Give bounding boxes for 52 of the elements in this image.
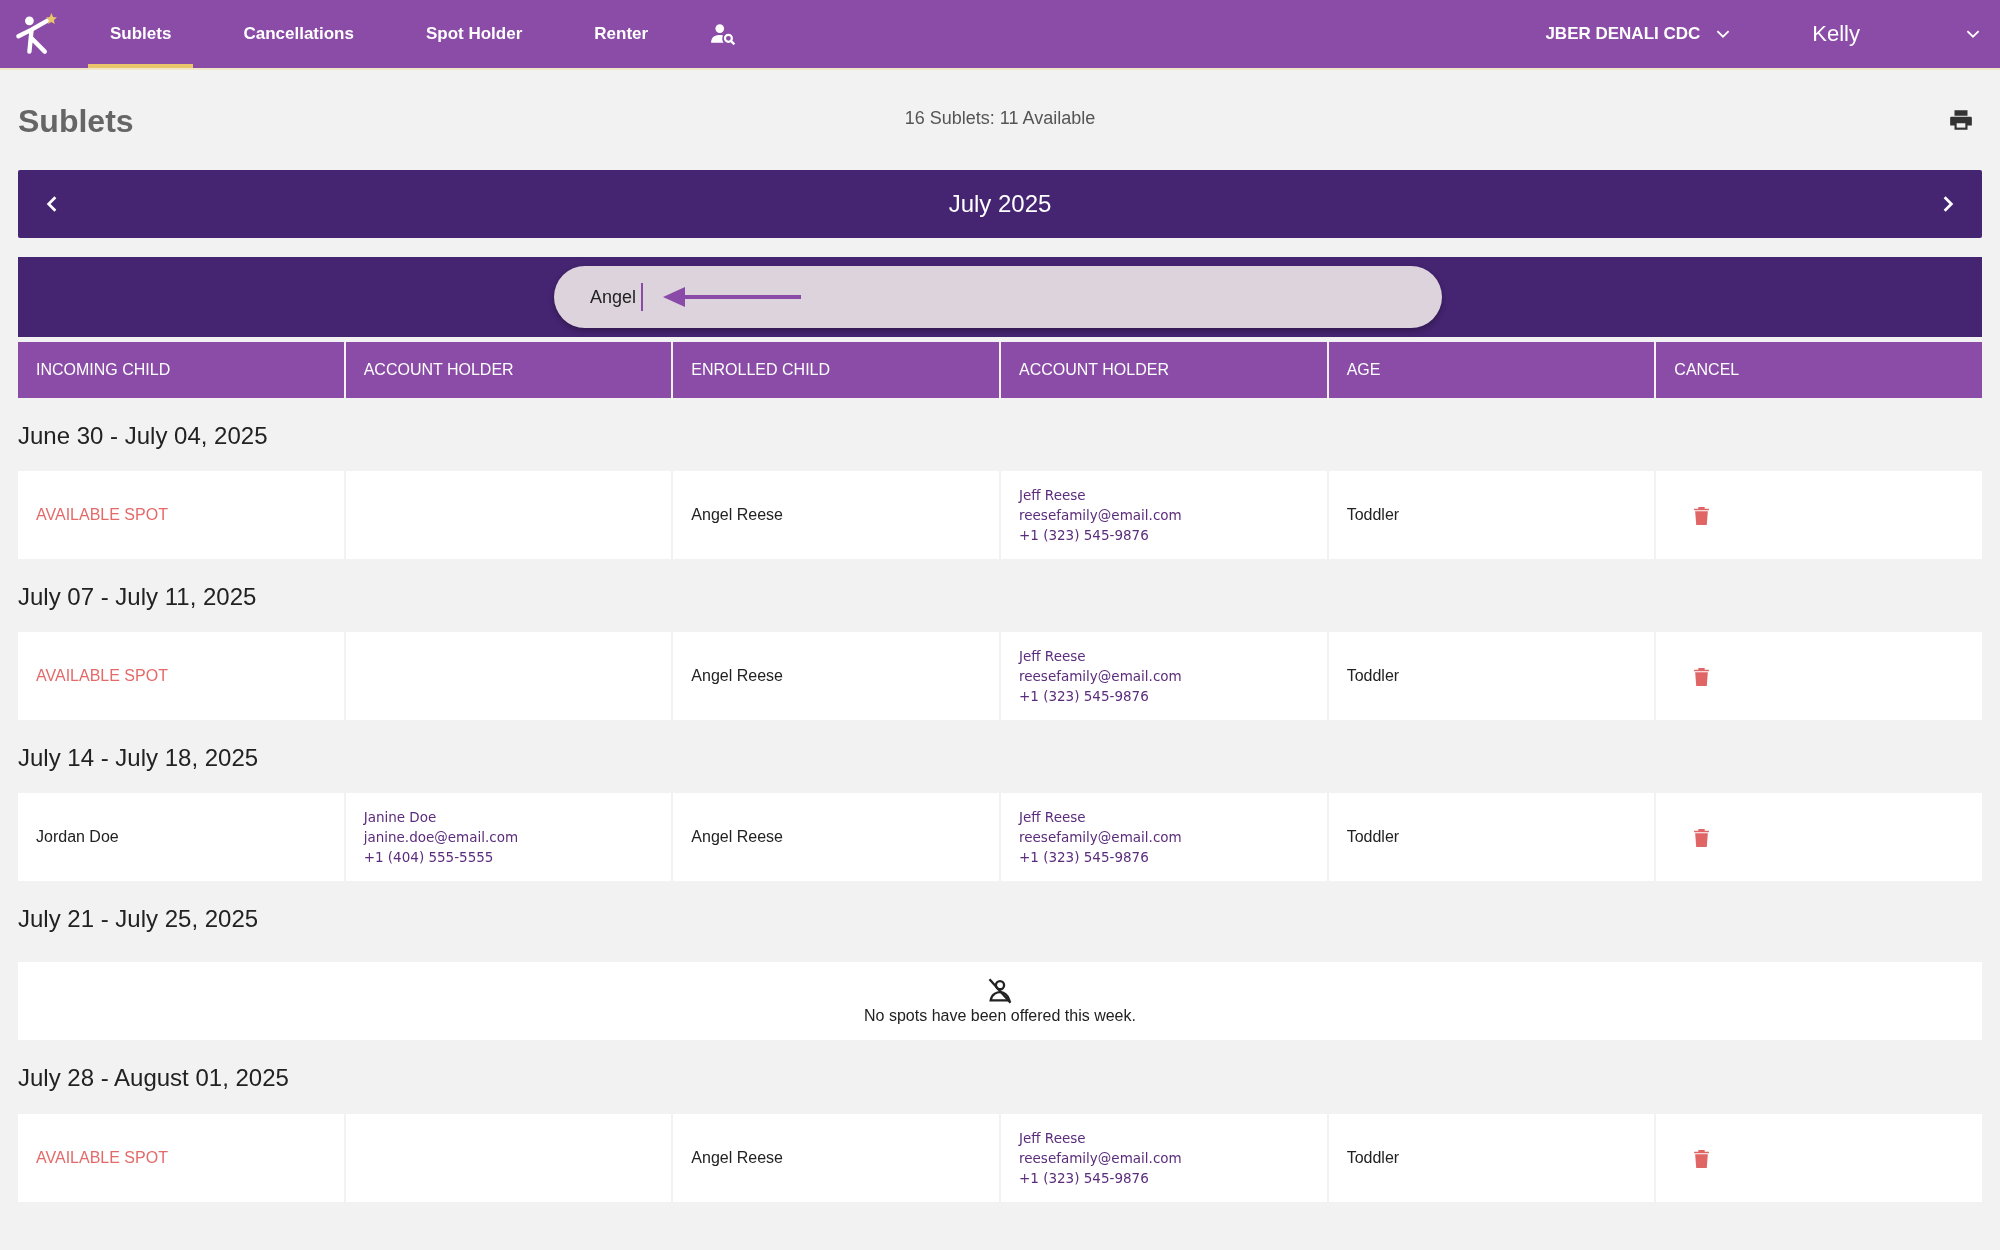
column-header: AGE xyxy=(1328,342,1655,398)
column-header: ACCOUNT HOLDER xyxy=(1001,342,1327,398)
logo-icon[interactable] xyxy=(14,12,58,56)
delete-icon[interactable] xyxy=(1694,827,1710,847)
center-dropdown[interactable]: JBER DENALI CDC xyxy=(1539,23,1707,45)
nav-tab[interactable]: Sublets xyxy=(88,0,194,68)
available-spot-label: AVAILABLE SPOT xyxy=(36,506,168,524)
age-group: Toddler xyxy=(1346,1149,1400,1167)
age-group: Toddler xyxy=(1346,667,1400,685)
column-header: ACCOUNT HOLDER xyxy=(345,342,672,398)
user-dropdown[interactable]: Kelly xyxy=(1806,20,1866,48)
column-header: ENROLLED CHILD xyxy=(673,342,999,398)
nav-tab[interactable]: Cancellations xyxy=(207,0,390,68)
nav-tab[interactable]: Renter xyxy=(558,0,685,68)
empty-message: No spots have been offered this week. xyxy=(864,1007,1136,1025)
child-name: Angel Reese xyxy=(691,506,783,524)
chevron-down-icon[interactable] xyxy=(1716,29,1731,39)
search-field[interactable]: Angel xyxy=(554,266,1442,328)
delete-icon[interactable] xyxy=(1694,505,1710,525)
print-icon[interactable] xyxy=(1948,107,1974,133)
arrow-icon xyxy=(663,286,804,308)
sublet-summary: 16 Sublets: 11 Available xyxy=(904,108,1096,129)
column-header: CANCEL xyxy=(1656,342,1982,398)
week-label: July 14 - July 18, 2025 xyxy=(18,742,260,773)
child-name: Jordan Doe xyxy=(36,828,119,846)
previous-month-icon[interactable] xyxy=(46,195,58,213)
age-group: Toddler xyxy=(1346,506,1400,524)
nav-tab[interactable]: Spot Holder xyxy=(389,0,559,68)
user-search-icon[interactable] xyxy=(710,21,737,47)
column-header: INCOMING CHILD xyxy=(18,342,344,398)
chevron-down-icon[interactable] xyxy=(1966,29,1980,39)
age-group: Toddler xyxy=(1346,828,1400,846)
delete-icon[interactable] xyxy=(1694,1148,1710,1168)
contact-info: Jeff Reese reesefamily@email.com +1 (323) 545-9876 xyxy=(1019,1129,1182,1188)
week-label: June 30 - July 04, 2025 xyxy=(18,420,269,451)
contact-info: Jeff Reese reesefamily@email.com +1 (323) 545-9876 xyxy=(1019,486,1182,545)
child-name: Angel Reese xyxy=(691,1149,783,1167)
week-label: July 28 - August 01, 2025 xyxy=(18,1063,290,1093)
delete-icon[interactable] xyxy=(1694,666,1710,686)
contact-info: Janine Doe janine.doe@email.com +1 (404) 555-5555 xyxy=(363,808,519,867)
next-month-icon[interactable] xyxy=(1942,195,1954,213)
page-title: Sublets xyxy=(18,101,134,140)
week-label: July 07 - July 11, 2025 xyxy=(18,581,258,612)
month-label: July 2025 xyxy=(948,190,1052,218)
available-spot-label: AVAILABLE SPOT xyxy=(36,1149,168,1167)
contact-info: Jeff Reese reesefamily@email.com +1 (323) 545-9876 xyxy=(1019,647,1182,706)
available-spot-label: AVAILABLE SPOT xyxy=(36,667,168,685)
no-person-icon xyxy=(986,977,1014,1005)
contact-info: Jeff Reese reesefamily@email.com +1 (323) 545-9876 xyxy=(1019,808,1182,867)
week-label: July 21 - July 25, 2025 xyxy=(18,903,260,934)
child-name: Angel Reese xyxy=(691,667,783,685)
child-name: Angel Reese xyxy=(691,828,783,846)
